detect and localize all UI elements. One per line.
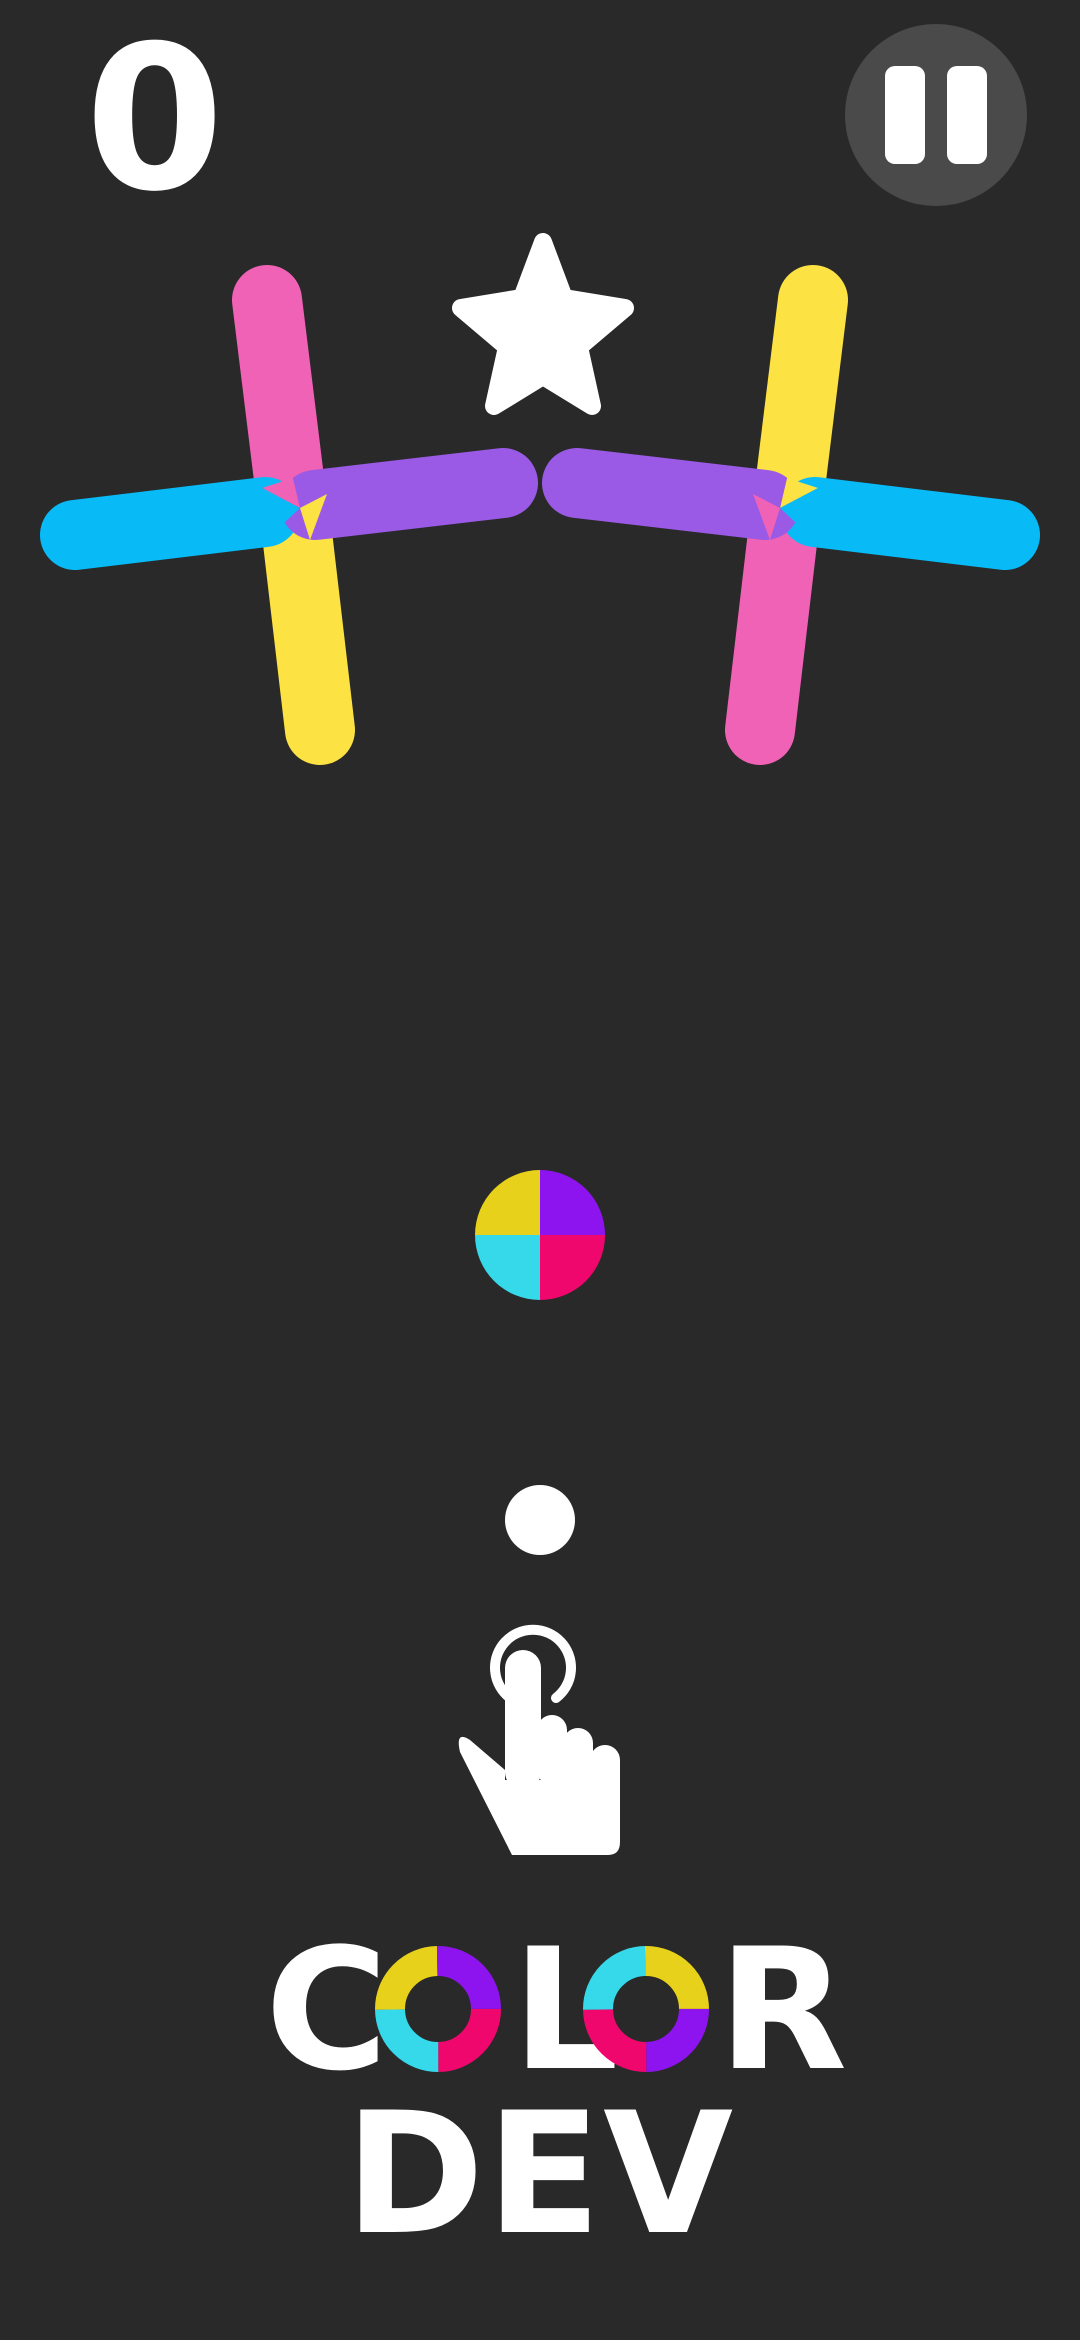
- left-cross-obstacle: [40, 265, 538, 765]
- logo-letter-c: C: [265, 1912, 389, 2108]
- tap-hand-icon: [458, 1624, 620, 1855]
- color-switcher-ball: [475, 1170, 605, 1300]
- right-cross-obstacle: [542, 265, 1040, 765]
- logo-ring-o-left: [375, 1946, 501, 2072]
- right-cross-arm-cyan: [780, 477, 1040, 570]
- logo-line-color: C L R: [0, 1912, 1080, 2108]
- logo-letter-r: R: [718, 1912, 848, 2108]
- right-cross-arm-pink: [725, 490, 819, 765]
- left-cross-arm-yellow: [261, 490, 355, 765]
- right-cross-arm-purple: [542, 448, 800, 540]
- star-icon: [452, 233, 634, 415]
- left-cross-arm-pink: [232, 265, 326, 530]
- player-ball: [505, 1485, 575, 1555]
- game-screen[interactable]: 0 C L R DEV: [0, 0, 1080, 2340]
- logo-line-dev: DEV: [344, 2076, 736, 2272]
- left-cross-arm-purple: [280, 448, 538, 540]
- logo-ring-o-right: [583, 1946, 709, 2072]
- left-cross-arm-cyan: [40, 477, 300, 570]
- right-cross-arm-yellow: [754, 265, 848, 530]
